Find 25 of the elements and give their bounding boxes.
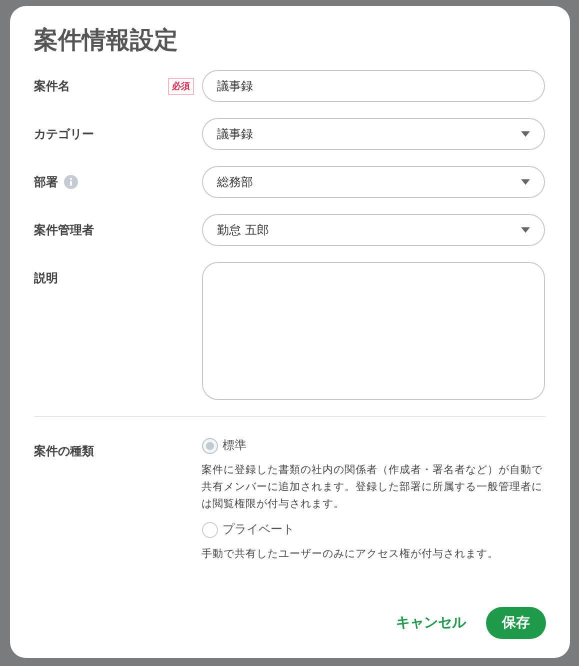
radio-button[interactable] (202, 522, 218, 538)
save-button[interactable]: 保存 (486, 607, 546, 639)
radio-button[interactable] (202, 438, 218, 454)
radio-option[interactable]: プライベート (202, 521, 546, 538)
cancel-button[interactable]: キャンセル (392, 614, 470, 632)
field-label: 案件の種類 (34, 443, 94, 460)
option-description: 手動で共有したユーザーのみにアクセス権が付与されます。 (202, 547, 500, 562)
caret-icon (521, 131, 530, 137)
field-label: 案件管理者 (34, 222, 94, 238)
radio-option[interactable]: 標準 (202, 437, 546, 454)
dialog-title: 案件情報設定 (34, 25, 179, 56)
caret-icon (521, 179, 530, 185)
select-field[interactable]: 勤怠 五郎 (202, 214, 545, 246)
field-label: 案件名 (34, 78, 70, 94)
input-field[interactable]: 議事録 (202, 70, 545, 102)
textarea-field[interactable] (202, 262, 545, 400)
option-description: 案件に登録した書類の社内の関係者（作成者・署名者など）が自動で共有メンバーに追加されます。登録した部署に所属する一般管理者には閲覧権限が付与されます。 (202, 463, 544, 512)
info-icon[interactable] (64, 175, 78, 189)
required-badge: 必須 (168, 78, 194, 94)
field-label: 説明 (34, 270, 58, 287)
field-label: 部署 (34, 174, 58, 190)
select-field[interactable]: 議事録 (202, 118, 545, 150)
select-field[interactable]: 総務部 (202, 166, 545, 198)
caret-icon (521, 227, 530, 233)
field-label: カテゴリー (34, 126, 94, 142)
